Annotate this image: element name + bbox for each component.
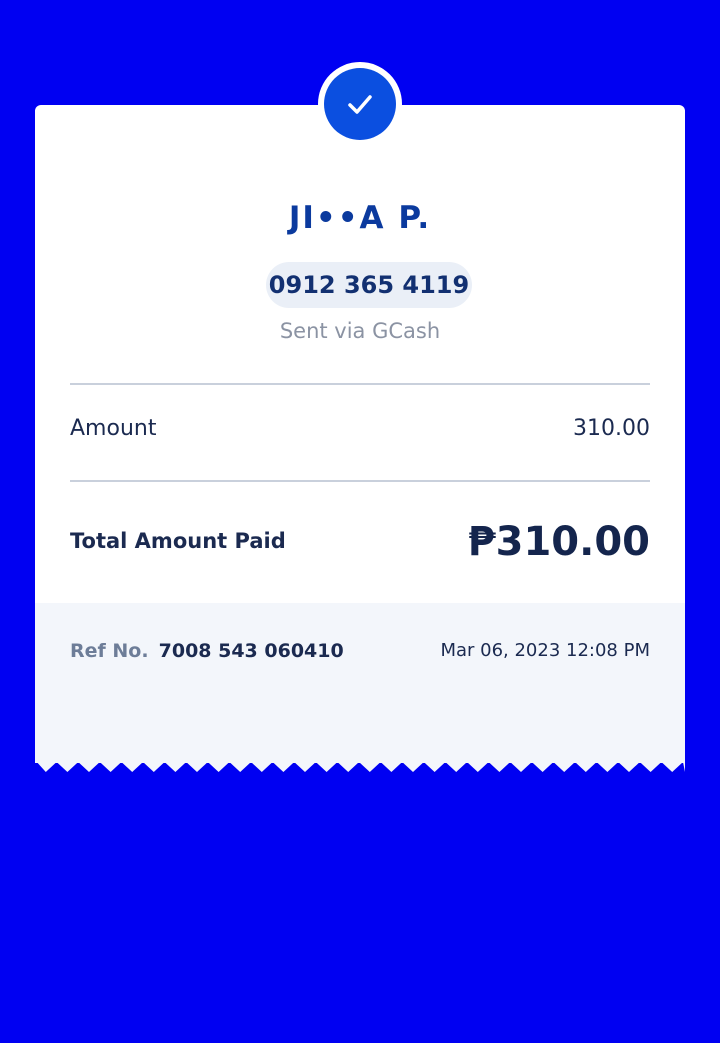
divider [70, 383, 650, 385]
receipt-card: JI••A P. 0912 365 4119 Sent via GCash Am… [35, 105, 685, 773]
reference-number-label: Ref No. [70, 640, 149, 662]
receipt-footer-section: Ref No. 7008 543 060410 Mar 06, 2023 12:… [35, 603, 685, 763]
reference-number-value: 7008 543 060410 [158, 640, 344, 662]
success-badge [318, 62, 402, 146]
receipt-main-section: JI••A P. 0912 365 4119 Sent via GCash Am… [35, 105, 685, 603]
total-amount-value: ₱310.00 [467, 519, 650, 565]
page: { "receipt": { "recipient_name": "JI••A … [0, 0, 720, 1043]
reference-number-row: Ref No. 7008 543 060410 [70, 640, 344, 662]
amount-value: 310.00 [573, 416, 650, 441]
divider [70, 480, 650, 482]
success-badge-circle [324, 68, 396, 140]
recipient-name: JI••A P. [288, 200, 432, 236]
receipt-torn-edge [35, 760, 685, 772]
total-amount-label: Total Amount Paid [70, 529, 286, 553]
checkmark-icon [348, 95, 372, 114]
transaction-datetime: Mar 06, 2023 12:08 PM [440, 640, 650, 661]
sent-via-label: Sent via GCash [279, 319, 441, 343]
recipient-phone-number: 0912 365 4119 [266, 262, 472, 308]
amount-label: Amount [70, 416, 157, 441]
